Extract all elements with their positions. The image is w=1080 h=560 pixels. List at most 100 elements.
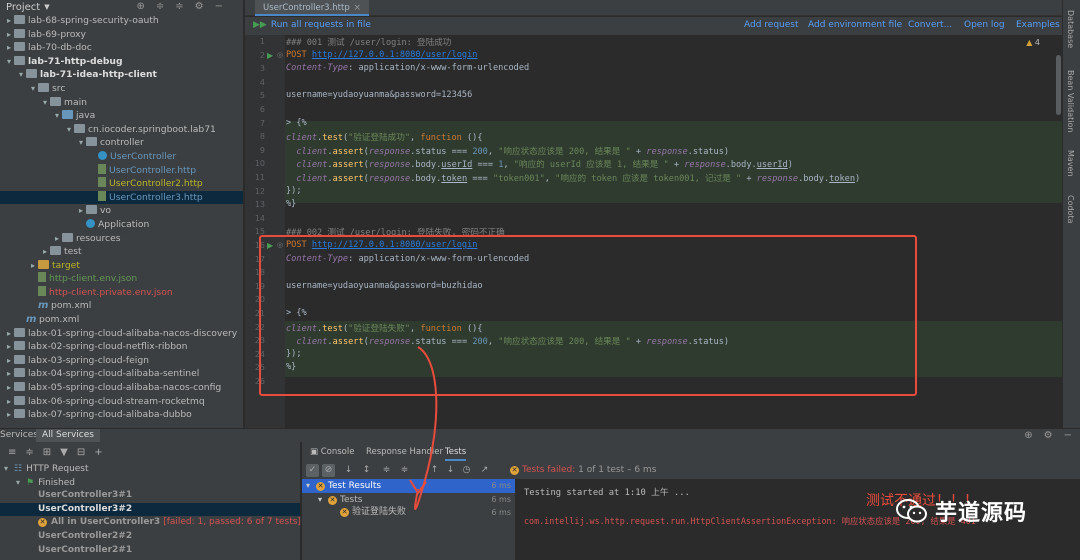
test-result-item[interactable]: ✕ 验证登陆失败 6 ms — [302, 506, 515, 520]
tree-item[interactable]: ▸ labx-07-spring-cloud-alibaba-dubbo — [0, 408, 243, 422]
code-line[interactable]: POST http://127.0.0.1:8080/user/login — [286, 50, 477, 60]
service-item[interactable]: UserController2#2 — [0, 530, 300, 544]
tree-item[interactable]: ▸ labx-02-spring-cloud-netflix-ribbon — [0, 340, 243, 354]
chevron-right-icon[interactable]: ▸ — [4, 340, 14, 354]
code-line[interactable]: username=yudaoyuanma&password=123456 — [286, 90, 472, 100]
expand-tests-icon[interactable]: ≑ — [380, 464, 393, 477]
tree-item[interactable]: Application — [0, 218, 243, 232]
sort-alpha-icon[interactable]: ↓ — [342, 464, 355, 477]
tree-item[interactable]: UserController — [0, 150, 243, 164]
convert-link[interactable]: Convert... — [908, 20, 952, 30]
code-line[interactable]: client.test("验证登陆成功", function (){ — [286, 131, 483, 143]
sort-duration-icon[interactable]: ↕ — [360, 464, 373, 477]
tree-item[interactable]: ▾ lab-71-http-debug — [0, 55, 243, 69]
chevron-right-icon[interactable]: ▸ — [4, 408, 14, 422]
tree-item[interactable]: ▸ labx-05-spring-cloud-alibaba-nacos-conf… — [0, 381, 243, 395]
chevron-down-icon[interactable]: ▾ — [306, 479, 316, 493]
close-icon[interactable]: × — [354, 3, 361, 13]
code-line[interactable]: > {% — [286, 118, 307, 128]
show-ignored-icon[interactable]: ⊘ — [322, 464, 335, 477]
tab-response-handler[interactable]: Response Handler — [366, 447, 443, 457]
tree-item[interactable]: ▸ target — [0, 259, 243, 273]
chevron-down-icon[interactable]: ▾ — [4, 55, 14, 69]
service-item[interactable]: UserController3#2 — [0, 502, 300, 517]
tree-item[interactable]: ▸ vo — [0, 204, 243, 218]
chevron-right-icon[interactable]: ▸ — [4, 367, 14, 381]
gear-icon[interactable]: ⚙ — [1044, 430, 1053, 441]
chevron-right-icon[interactable]: ▸ — [4, 28, 14, 42]
export-icon[interactable]: ↗ — [478, 464, 491, 477]
chevron-right-icon[interactable]: ▸ — [4, 381, 14, 395]
prev-fail-icon[interactable]: ↑ — [428, 464, 441, 477]
chevron-down-icon[interactable]: ▾ — [64, 123, 74, 137]
tree-item[interactable]: ▾ src — [0, 82, 243, 96]
code-line[interactable]: client.assert(response.body.token === "t… — [286, 172, 860, 184]
add-service-icon[interactable]: + — [94, 447, 102, 458]
minimize-icon[interactable]: − — [215, 1, 223, 12]
chevron-right-icon[interactable]: ▸ — [76, 204, 86, 218]
tree-item[interactable]: ▾ cn.iocoder.springboot.lab71 — [0, 123, 243, 137]
chevron-right-icon[interactable]: ▸ — [4, 354, 14, 368]
service-item[interactable]: UserController2#1 — [0, 544, 300, 558]
test-result-item[interactable]: ▾ ✕ Tests 6 ms — [302, 493, 515, 507]
chevron-right-icon[interactable]: ▸ — [40, 245, 50, 259]
open-log-link[interactable]: Open log — [964, 20, 1005, 30]
code-line[interactable]: client.assert(response.status === 200, "… — [286, 145, 729, 157]
chevron-down-icon[interactable]: ▾ — [40, 96, 50, 110]
chevron-right-icon[interactable]: ▸ — [4, 14, 14, 28]
show-passed-icon[interactable]: ✓ — [306, 464, 319, 477]
collapse-icon[interactable]: ≑ — [156, 1, 164, 12]
tree-item[interactable]: m pom.xml — [0, 299, 243, 313]
chevron-down-icon[interactable]: ▾ — [52, 109, 62, 123]
tab-usercontroller3-http[interactable]: UserController3.http × — [255, 0, 369, 16]
chevron-down-icon[interactable]: ▾ — [28, 82, 38, 96]
tree-item[interactable]: ▸ resources — [0, 232, 243, 246]
service-item[interactable]: ▾ ⚑ Finished — [0, 476, 300, 490]
service-item[interactable]: ✕ All in UserController3 [failed: 1, passe… — [0, 516, 301, 530]
service-item[interactable]: UserController3#1 — [0, 489, 300, 503]
tree-item[interactable]: ▾ lab-71-idea-http-client — [0, 68, 243, 82]
history-icon[interactable]: ◷ — [460, 464, 473, 477]
chevron-down-icon[interactable]: ▼ — [44, 3, 49, 11]
tree-item[interactable]: UserController3.http — [0, 190, 243, 205]
history-icon[interactable]: ◎ — [277, 51, 283, 59]
chevron-down-icon[interactable]: ▾ — [318, 493, 328, 507]
chevron-right-icon[interactable]: ▸ — [28, 259, 38, 273]
run-all-button[interactable]: ▶▶ Run all requests in file — [253, 20, 371, 30]
examples-link[interactable]: Examples — [1016, 20, 1060, 30]
collapse-tests-icon[interactable]: ≑ — [398, 464, 411, 477]
tree-item[interactable]: ▸ labx-01-spring-cloud-alibaba-nacos-disc… — [0, 327, 243, 341]
project-panel-title[interactable]: Project — [6, 2, 40, 13]
layout-icon[interactable]: ⊟ — [77, 447, 85, 458]
tree-item[interactable]: ▸ labx-03-spring-cloud-feign — [0, 354, 243, 368]
inspection-warning[interactable]: ▲ 4 — [1026, 38, 1040, 47]
collapse-all-icon[interactable]: ≑ — [25, 447, 33, 458]
next-fail-icon[interactable]: ↓ — [444, 464, 457, 477]
expand-all-icon[interactable]: ≡ — [8, 447, 16, 458]
add-request-link[interactable]: Add request — [744, 20, 799, 30]
chevron-right-icon[interactable]: ▸ — [4, 395, 14, 409]
tab-all-services[interactable]: All Services — [36, 429, 100, 443]
filter-icon[interactable]: ▼ — [60, 447, 68, 458]
tree-item[interactable]: ▸ lab-68-spring-security-oauth — [0, 14, 243, 28]
code-line[interactable]: ### 001 测试 /user/login: 登陆成功 — [286, 36, 451, 48]
tree-item[interactable]: UserController2.http — [0, 177, 243, 191]
tree-item[interactable]: m pom.xml — [0, 313, 243, 327]
tab-console[interactable]: ▣ Console — [310, 447, 354, 457]
tree-item[interactable]: ▸ test — [0, 245, 243, 259]
group-icon[interactable]: ⊞ — [43, 447, 51, 458]
chevron-down-icon[interactable]: ▾ — [76, 136, 86, 150]
tree-item[interactable]: ▾ java — [0, 109, 243, 123]
tab-tests[interactable]: Tests — [445, 447, 467, 461]
tree-item[interactable]: ▸ lab-69-proxy — [0, 28, 243, 42]
editor-scrollbar[interactable] — [1056, 55, 1061, 115]
tree-item[interactable]: ▸ lab-70-db-doc — [0, 41, 243, 55]
minimize-icon[interactable]: − — [1064, 430, 1072, 441]
add-environment-file-link[interactable]: Add environment file — [808, 20, 902, 30]
chevron-down-icon[interactable]: ▾ — [16, 68, 26, 82]
tree-item[interactable]: ▸ labx-06-spring-cloud-stream-rocketmq — [0, 395, 243, 409]
chevron-right-icon[interactable]: ▸ — [4, 327, 14, 341]
chevron-down-icon[interactable]: ▾ — [4, 462, 14, 476]
service-item[interactable]: ▾ ☷ HTTP Request — [0, 462, 300, 476]
code-line[interactable]: Content-Type: application/x-www-form-url… — [286, 63, 529, 73]
